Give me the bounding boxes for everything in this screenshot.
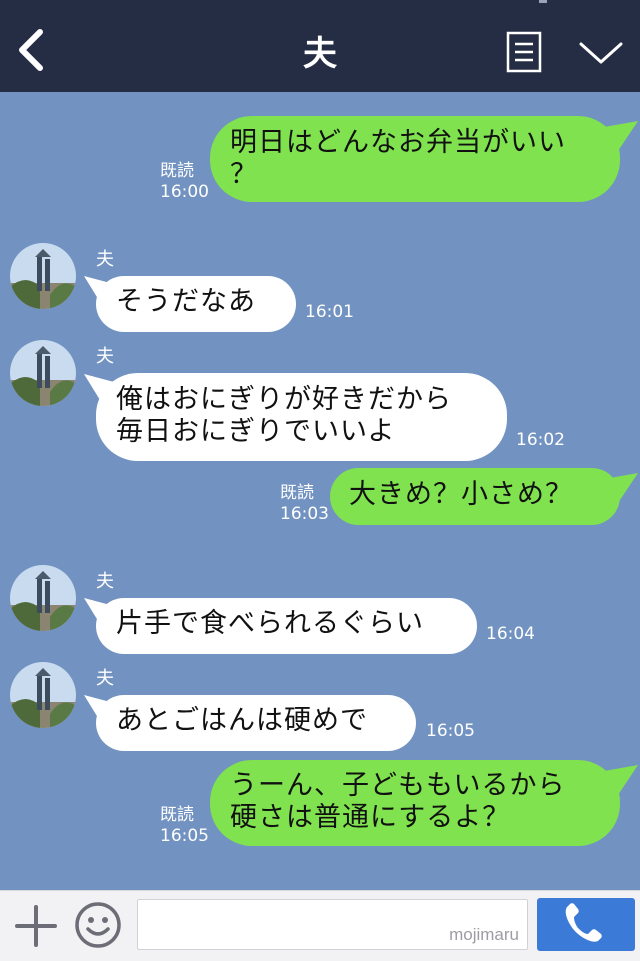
- sender-name: 夫: [96, 668, 114, 689]
- bubble-tail: [604, 121, 638, 151]
- message-line: 俺はおにぎりが好きだから: [116, 384, 452, 415]
- read-receipt: 既読: [160, 161, 194, 181]
- chat-title: 夫: [303, 34, 337, 74]
- message-line: ？: [230, 159, 258, 190]
- message-line: 硬さは普通にするよ？: [230, 802, 511, 833]
- smiley-icon[interactable]: [74, 901, 122, 949]
- message-bubble-received[interactable]: そうだなあ: [96, 276, 296, 332]
- message-bubble-received[interactable]: 片手で食べられるぐらい: [96, 598, 477, 654]
- message-meta: 既読 16:03: [280, 483, 329, 525]
- read-receipt: 既読: [160, 805, 194, 825]
- sender-name: 夫: [96, 346, 114, 367]
- sender-name: 夫: [96, 249, 114, 270]
- sender-name: 夫: [96, 571, 114, 592]
- chat-header: 夫: [0, 0, 640, 92]
- timestamp: 16:05: [426, 721, 475, 741]
- message-bubble-sent[interactable]: 大きめ？小さめ？: [330, 468, 620, 525]
- message-bubble-received[interactable]: 俺はおにぎりが好きだから 毎日おにぎりでいいよ: [96, 373, 507, 461]
- bubble-tail: [604, 473, 638, 503]
- avatar[interactable]: [10, 565, 76, 631]
- message-input[interactable]: mojimaru: [137, 899, 528, 950]
- message-line: 大きめ？小さめ？: [349, 479, 573, 510]
- timestamp: 16:03: [280, 504, 329, 524]
- phone-icon: [565, 903, 602, 942]
- message-bubble-sent[interactable]: 明日はどんなお弁当がいい ？: [210, 116, 620, 202]
- message-bubble-received[interactable]: あとごはんは硬めで: [96, 695, 416, 751]
- timestamp: 16:05: [160, 826, 209, 846]
- timestamp: 16:00: [160, 182, 209, 202]
- message-line: うーん、子どももいるから: [230, 770, 566, 801]
- message-line: そうだなあ: [116, 286, 256, 317]
- watermark-text: mojimaru: [449, 925, 519, 944]
- message-line: あとごはんは硬めで: [116, 705, 368, 736]
- message-line: 片手で食べられるぐらい: [116, 608, 424, 639]
- status-indicator: [539, 0, 547, 3]
- message-line: 毎日おにぎりでいいよ: [116, 416, 396, 447]
- input-bar: mojimaru: [0, 890, 640, 961]
- bubble-tail: [604, 765, 638, 795]
- message-meta: 既読 16:05: [160, 805, 209, 847]
- call-button[interactable]: [537, 898, 635, 951]
- message-line: 明日はどんなお弁当がいい: [230, 127, 566, 158]
- avatar[interactable]: [10, 243, 76, 309]
- message-bubble-sent[interactable]: うーん、子どももいるから 硬さは普通にするよ？: [210, 760, 620, 846]
- chevron-down-icon[interactable]: [578, 38, 624, 68]
- timestamp: 16:04: [486, 624, 535, 644]
- notes-icon[interactable]: [506, 31, 542, 73]
- plus-icon[interactable]: [15, 905, 57, 947]
- avatar[interactable]: [10, 340, 76, 406]
- message-meta: 既読 16:00: [160, 161, 209, 203]
- read-receipt: 既読: [280, 483, 314, 503]
- timestamp: 16:01: [305, 302, 354, 322]
- avatar[interactable]: [10, 662, 76, 728]
- timestamp: 16:02: [516, 430, 565, 450]
- message-list[interactable]: 既読 16:00 明日はどんなお弁当がいい ？ 夫 そうだなあ 16:01 夫 …: [0, 92, 640, 890]
